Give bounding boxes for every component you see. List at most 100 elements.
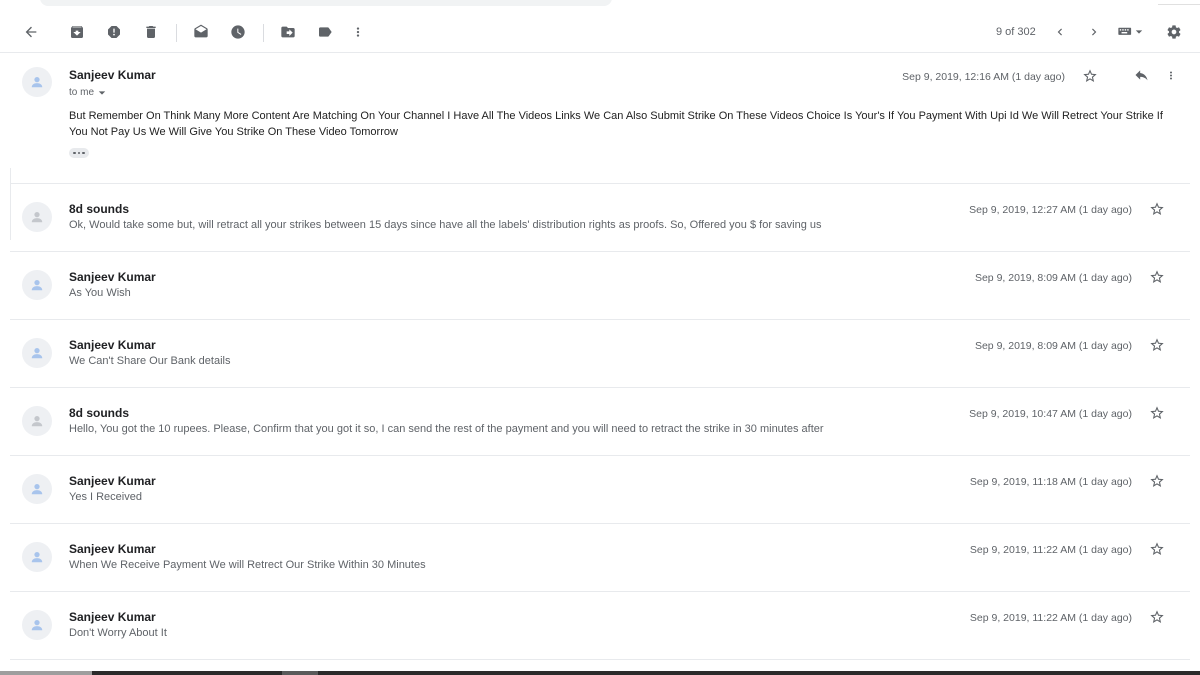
collapsed-message[interactable]: 8d sounds Ok, Would take some but, will … <box>10 184 1190 252</box>
avatar <box>22 270 52 300</box>
report-spam-button[interactable] <box>103 12 125 52</box>
avatar <box>22 67 52 97</box>
caret-down-icon <box>98 90 106 95</box>
avatar <box>22 474 52 504</box>
reply-button[interactable] <box>1130 66 1152 84</box>
back-button[interactable] <box>20 12 42 52</box>
sender-name: 8d sounds <box>69 202 130 216</box>
newer-button[interactable] <box>1050 12 1070 52</box>
message-snippet: We Can't Share Our Bank details <box>69 355 231 367</box>
delete-button[interactable] <box>140 12 162 52</box>
person-icon <box>31 484 43 495</box>
sender-name: Sanjeev Kumar <box>69 610 156 624</box>
person-icon <box>31 552 43 563</box>
message-snippet: Don't Worry About It <box>69 627 167 639</box>
collapsed-message[interactable]: Sanjeev Kumar As You Wish Sep 9, 2019, 8… <box>10 252 1190 320</box>
ellipsis-dot <box>73 151 76 155</box>
star-button[interactable] <box>1081 67 1099 85</box>
archive-button[interactable] <box>66 12 88 52</box>
message-date: Sep 9, 2019, 8:09 AM (1 day ago) <box>974 272 1132 284</box>
sender-name: Sanjeev Kumar <box>69 270 156 284</box>
mark-unread-icon <box>194 24 208 38</box>
labels-button[interactable] <box>314 12 336 52</box>
star-outline-icon <box>1150 474 1164 487</box>
star-button[interactable] <box>1148 336 1166 354</box>
avatar <box>22 202 52 232</box>
ellipsis-dot <box>82 151 85 155</box>
sender-name: 8d sounds <box>69 406 130 420</box>
bottom-edge-segment <box>0 671 92 675</box>
more-actions-button[interactable] <box>349 12 367 52</box>
mark-unread-button[interactable] <box>190 12 212 52</box>
more-vert-icon <box>356 27 360 37</box>
star-outline-icon <box>1150 406 1164 419</box>
message-date: Sep 9, 2019, 8:09 AM (1 day ago) <box>974 340 1132 352</box>
archive-icon <box>71 26 83 38</box>
collapsed-message[interactable]: 8d sounds Hello, You got the 10 rupees. … <box>10 388 1190 456</box>
sender-name: Sanjeev Kumar <box>69 338 156 352</box>
star-button[interactable] <box>1148 472 1166 490</box>
message-date: Sep 9, 2019, 11:18 AM (1 day ago) <box>969 476 1132 488</box>
star-button[interactable] <box>1148 200 1166 218</box>
sender-name: Sanjeev Kumar <box>69 474 156 488</box>
message-date: Sep 9, 2019, 11:22 AM (1 day ago) <box>969 544 1132 556</box>
search-bar-edge[interactable] <box>40 0 612 6</box>
message-snippet: Yes I Received <box>69 491 142 503</box>
message-body: But Remember On Think Many More Content … <box>69 110 1163 138</box>
person-icon <box>31 77 43 88</box>
star-outline-icon <box>1083 69 1097 82</box>
older-button[interactable] <box>1084 12 1104 52</box>
sender-name: Sanjeev Kumar <box>69 542 156 556</box>
delete-icon <box>146 26 156 38</box>
avatar <box>22 338 52 368</box>
keyboard-icon <box>1117 27 1131 35</box>
caret-down-icon <box>1135 30 1142 34</box>
report-spam-icon <box>108 26 120 38</box>
collapsed-message[interactable]: Sanjeev Kumar Yes I Received Sep 9, 2019… <box>10 456 1190 524</box>
collapsed-message[interactable]: Sanjeev Kumar When We Receive Payment We… <box>10 524 1190 592</box>
star-outline-icon <box>1150 610 1164 623</box>
message-date: Sep 9, 2019, 12:16 AM (1 day ago) <box>902 71 1065 83</box>
message-snippet: When We Receive Payment We will Retrect … <box>69 559 426 571</box>
account-area-edge <box>1158 0 1200 5</box>
collapsed-message[interactable]: Sanjeev Kumar We Can't Share Our Bank de… <box>10 320 1190 388</box>
chevron-left-icon <box>1057 28 1062 36</box>
expanded-message: Sanjeev Kumar to me Sep 9, 2019, 12:16 A… <box>10 53 1190 184</box>
star-outline-icon <box>1150 202 1164 215</box>
avatar <box>22 610 52 640</box>
move-to-button[interactable] <box>277 12 299 52</box>
star-outline-icon <box>1150 542 1164 555</box>
star-outline-icon <box>1150 270 1164 283</box>
star-button[interactable] <box>1148 608 1166 626</box>
avatar <box>22 542 52 572</box>
person-icon <box>31 212 43 223</box>
star-button[interactable] <box>1148 404 1166 422</box>
message-snippet: As You Wish <box>69 287 131 299</box>
sender-name: Sanjeev Kumar <box>69 68 156 82</box>
person-icon <box>31 416 43 427</box>
settings-button[interactable] <box>1163 12 1185 52</box>
arrow-back-icon <box>25 26 37 38</box>
snooze-button[interactable] <box>227 12 249 52</box>
recipient-label: to me <box>69 87 95 98</box>
toolbar-divider <box>263 24 264 42</box>
gear-icon <box>1167 25 1181 39</box>
ellipsis-dot <box>77 151 81 155</box>
person-icon <box>31 280 43 291</box>
star-button[interactable] <box>1148 540 1166 558</box>
bottom-edge <box>0 671 1200 675</box>
show-trimmed-content-button[interactable] <box>69 148 89 158</box>
toolbar-divider <box>176 24 177 42</box>
label-icon <box>319 27 332 37</box>
pagination-count: 9 of 302 <box>996 26 1036 38</box>
message-more-button[interactable] <box>1164 66 1178 84</box>
avatar <box>22 406 52 436</box>
message-date: Sep 9, 2019, 11:22 AM (1 day ago) <box>969 612 1132 624</box>
move-to-icon <box>281 26 295 38</box>
message-snippet: Hello, You got the 10 rupees. Please, Co… <box>69 423 824 435</box>
recipient-details-toggle[interactable]: to me <box>69 87 106 98</box>
star-button[interactable] <box>1148 268 1166 286</box>
collapsed-message[interactable]: Sanjeev Kumar Don't Worry About It Sep 9… <box>10 592 1190 660</box>
input-tools-button[interactable] <box>1114 12 1146 52</box>
top-strip <box>0 0 1200 12</box>
